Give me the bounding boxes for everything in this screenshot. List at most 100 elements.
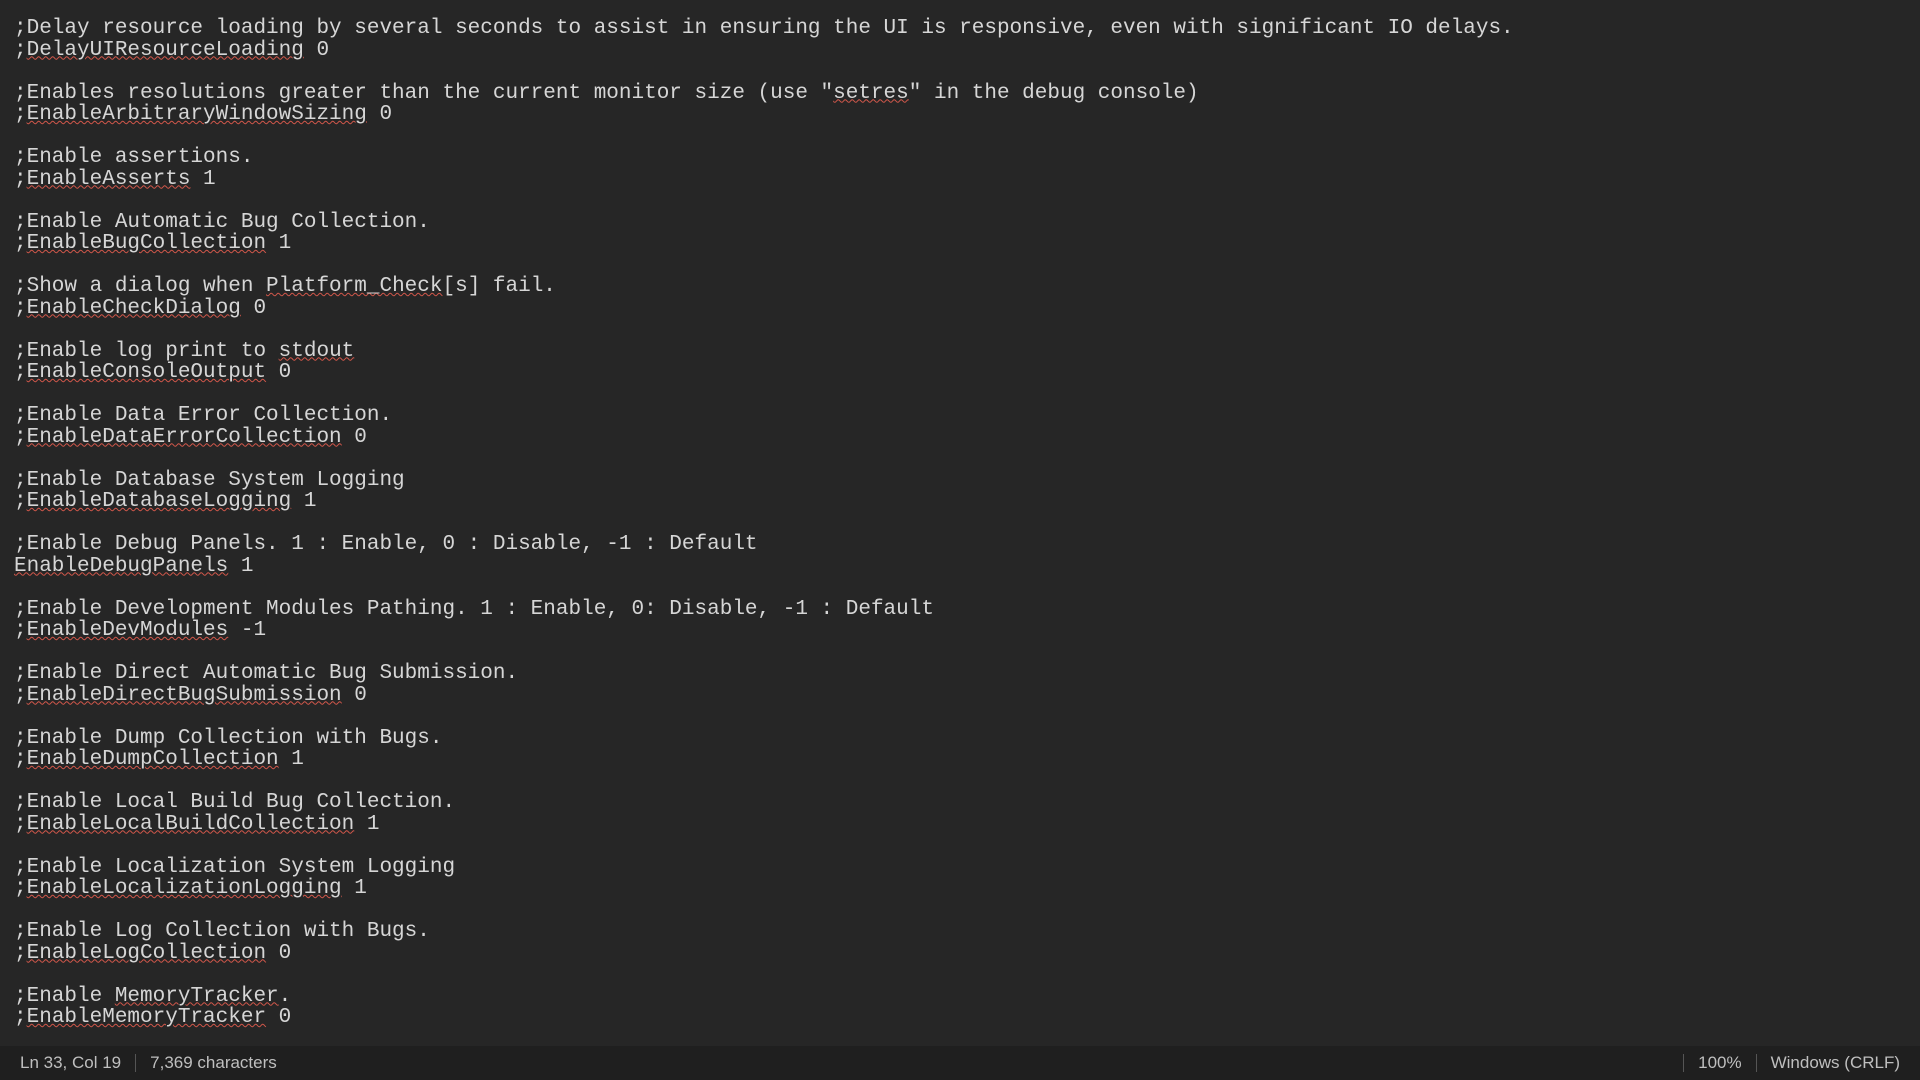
text-segment: 1 bbox=[342, 877, 367, 900]
editor-line[interactable] bbox=[14, 900, 1920, 922]
editor-line[interactable] bbox=[14, 255, 1920, 277]
text-segment: ; bbox=[14, 361, 27, 384]
editor-line[interactable]: ;EnableDataErrorCollection 0 bbox=[14, 427, 1920, 449]
text-segment: ;Enable Local Build Bug Collection. bbox=[14, 791, 455, 814]
text-segment: 0 bbox=[266, 361, 291, 384]
text-segment: ; bbox=[14, 877, 27, 900]
editor-line[interactable] bbox=[14, 384, 1920, 406]
text-segment: 1 bbox=[228, 555, 253, 578]
text-segment: ;Enable Dump Collection with Bugs. bbox=[14, 727, 442, 750]
text-segment: ; bbox=[14, 39, 27, 62]
editor-line[interactable]: ;Enable Debug Panels. 1 : Enable, 0 : Di… bbox=[14, 534, 1920, 556]
text-segment: ;Enable Data Error Collection. bbox=[14, 404, 392, 427]
editor-line[interactable]: ;EnableAsserts 1 bbox=[14, 169, 1920, 191]
status-separator bbox=[135, 1054, 136, 1072]
text-segment: ;Enable Log Collection with Bugs. bbox=[14, 920, 430, 943]
editor-line[interactable]: ;EnableCheckDialog 0 bbox=[14, 298, 1920, 320]
editor-line[interactable]: ;Delay resource loading by several secon… bbox=[14, 18, 1920, 40]
text-segment: 0 bbox=[342, 426, 367, 449]
text-segment: 0 bbox=[304, 39, 329, 62]
text-segment: ;Show a dialog when bbox=[14, 275, 266, 298]
editor-line[interactable] bbox=[14, 642, 1920, 664]
text-segment: EnableBugCollection bbox=[27, 232, 266, 255]
text-segment: ; bbox=[14, 168, 27, 191]
text-segment: 1 bbox=[291, 490, 316, 513]
text-segment: ; bbox=[14, 490, 27, 513]
editor-line[interactable] bbox=[14, 513, 1920, 535]
editor-line[interactable] bbox=[14, 964, 1920, 986]
text-segment: ;Enable Development Modules Pathing. 1 :… bbox=[14, 598, 934, 621]
text-segment: ; bbox=[14, 103, 27, 126]
status-zoom[interactable]: 100% bbox=[1698, 1053, 1741, 1073]
editor-line[interactable]: ;Show a dialog when Platform_Check[s] fa… bbox=[14, 276, 1920, 298]
editor-line[interactable]: ;EnableDumpCollection 1 bbox=[14, 749, 1920, 771]
text-segment: EnableLocalizationLogging bbox=[27, 877, 342, 900]
editor-line[interactable]: ;EnableBugCollection 1 bbox=[14, 233, 1920, 255]
editor-line[interactable] bbox=[14, 577, 1920, 599]
text-segment: EnableLogCollection bbox=[27, 942, 266, 965]
text-segment: ; bbox=[14, 942, 27, 965]
editor-line[interactable]: ;EnableLocalizationLogging 1 bbox=[14, 878, 1920, 900]
editor-line[interactable] bbox=[14, 319, 1920, 341]
editor-line[interactable] bbox=[14, 835, 1920, 857]
text-segment: ;Enables resolutions greater than the cu… bbox=[14, 82, 833, 105]
text-segment: ; bbox=[14, 748, 27, 771]
status-line-ending[interactable]: Windows (CRLF) bbox=[1771, 1053, 1900, 1073]
status-separator bbox=[1683, 1054, 1684, 1072]
text-segment: EnableConsoleOutput bbox=[27, 361, 266, 384]
text-segment: Platform_Check bbox=[266, 275, 442, 298]
editor-line[interactable]: ;Enables resolutions greater than the cu… bbox=[14, 83, 1920, 105]
editor-line[interactable]: ;Enable Log Collection with Bugs. bbox=[14, 921, 1920, 943]
editor-line[interactable]: ;Enable MemoryTracker. bbox=[14, 986, 1920, 1008]
editor-line[interactable]: ;Enable Development Modules Pathing. 1 :… bbox=[14, 599, 1920, 621]
editor-line[interactable]: ;Enable Dump Collection with Bugs. bbox=[14, 728, 1920, 750]
editor-line[interactable]: ;Enable Direct Automatic Bug Submission. bbox=[14, 663, 1920, 685]
text-segment: EnableDumpCollection bbox=[27, 748, 279, 771]
editor-line[interactable]: ;Enable Localization System Logging bbox=[14, 857, 1920, 879]
editor-line[interactable]: EnableDebugPanels 1 bbox=[14, 556, 1920, 578]
editor-line[interactable] bbox=[14, 61, 1920, 83]
status-char-count[interactable]: 7,369 characters bbox=[150, 1053, 277, 1073]
editor-line[interactable]: ;Enable Automatic Bug Collection. bbox=[14, 212, 1920, 234]
editor-line[interactable]: ;Enable Local Build Bug Collection. bbox=[14, 792, 1920, 814]
editor-line[interactable]: ;Enable Database System Logging bbox=[14, 470, 1920, 492]
editor-line[interactable]: ;EnableDatabaseLogging 1 bbox=[14, 491, 1920, 513]
editor-line[interactable] bbox=[14, 448, 1920, 470]
status-cursor-position[interactable]: Ln 33, Col 19 bbox=[20, 1053, 121, 1073]
editor-line[interactable]: ;Enable log print to stdout bbox=[14, 341, 1920, 363]
text-segment: 1 bbox=[279, 748, 304, 771]
text-segment: ; bbox=[14, 684, 27, 707]
text-segment: ; bbox=[14, 1006, 27, 1029]
text-segment: [s] fail. bbox=[442, 275, 555, 298]
editor-line[interactable]: ;EnableConsoleOutput 0 bbox=[14, 362, 1920, 384]
editor-line[interactable]: ;DelayUIResourceLoading 0 bbox=[14, 40, 1920, 62]
text-segment: EnableDebugPanels bbox=[14, 555, 228, 578]
editor-line[interactable]: ;Enable Data Error Collection. bbox=[14, 405, 1920, 427]
editor-line[interactable]: ;EnableArbitraryWindowSizing 0 bbox=[14, 104, 1920, 126]
text-segment: EnableDevModules bbox=[27, 619, 229, 642]
editor-line[interactable]: ;EnableDirectBugSubmission 0 bbox=[14, 685, 1920, 707]
text-segment: EnableArbitraryWindowSizing bbox=[27, 103, 367, 126]
text-segment: ;Enable Localization System Logging bbox=[14, 856, 455, 879]
text-segment: EnableDatabaseLogging bbox=[27, 490, 292, 513]
editor-line[interactable] bbox=[14, 190, 1920, 212]
text-segment: ;Enable bbox=[14, 985, 115, 1008]
text-segment: EnableAsserts bbox=[27, 168, 191, 191]
text-segment: ; bbox=[14, 813, 27, 836]
text-segment: " in the debug console) bbox=[909, 82, 1199, 105]
editor-line[interactable]: ;EnableLogCollection 0 bbox=[14, 943, 1920, 965]
editor-line[interactable] bbox=[14, 706, 1920, 728]
text-editor-area[interactable]: ;Delay resource loading by several secon… bbox=[0, 0, 1920, 1046]
editor-line[interactable]: ;EnableLocalBuildCollection 1 bbox=[14, 814, 1920, 836]
editor-line[interactable]: ;Enable assertions. bbox=[14, 147, 1920, 169]
text-segment: EnableCheckDialog bbox=[27, 297, 241, 320]
text-segment: 0 bbox=[266, 942, 291, 965]
editor-line[interactable]: ;EnableDevModules -1 bbox=[14, 620, 1920, 642]
editor-line[interactable] bbox=[14, 771, 1920, 793]
editor-line[interactable] bbox=[14, 126, 1920, 148]
text-segment: ; bbox=[14, 426, 27, 449]
text-segment: ;Enable Debug Panels. 1 : Enable, 0 : Di… bbox=[14, 533, 758, 556]
editor-line[interactable]: ;EnableMemoryTracker 0 bbox=[14, 1007, 1920, 1029]
text-segment: ; bbox=[14, 619, 27, 642]
text-segment: stdout bbox=[279, 340, 355, 363]
